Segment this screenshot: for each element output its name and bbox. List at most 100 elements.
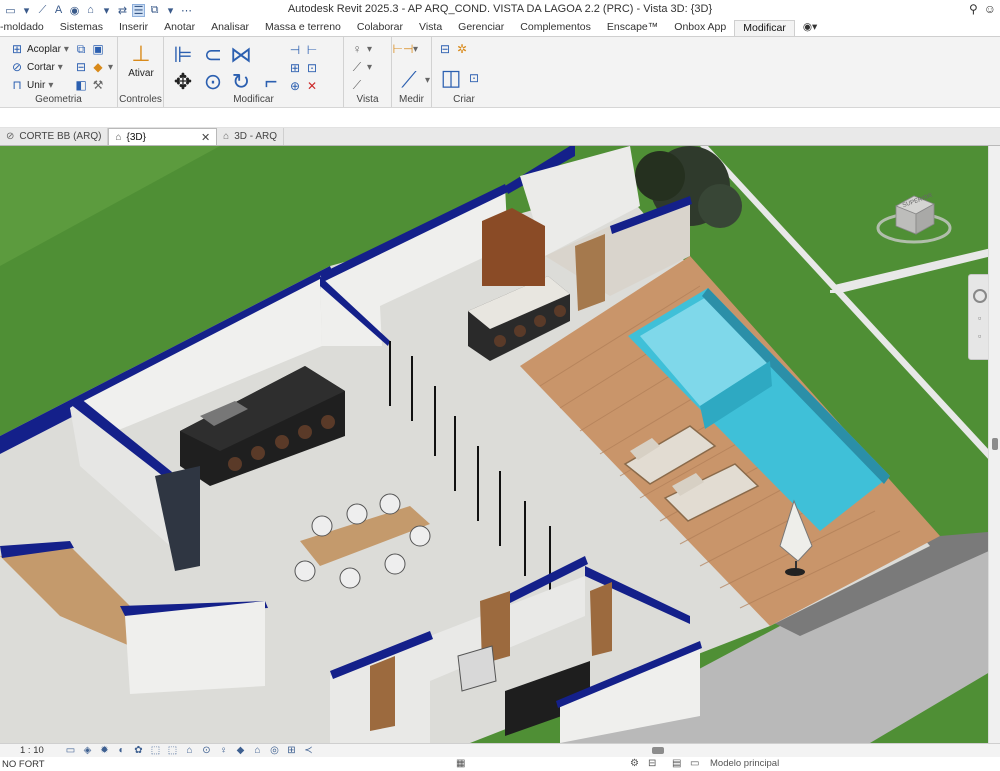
view-tab-corte-bb[interactable]: ⊘ CORTE BB (ARQ) <box>0 128 109 145</box>
tab-complementos[interactable]: Complementos <box>512 20 599 36</box>
close-tab-icon[interactable]: ✕ <box>201 131 210 144</box>
array-button[interactable]: ⊞ ⊡ <box>288 61 319 75</box>
cortar-button[interactable]: ⊘ Cortar ▾ <box>10 60 63 74</box>
view-tab-3d[interactable]: ⌂ {3D} ✕ <box>108 128 218 145</box>
text-icon[interactable]: ◉ <box>68 4 81 17</box>
section-view-icon: ⊘ <box>6 131 15 142</box>
binoculars-icon[interactable]: ⚲ <box>969 2 978 16</box>
tab-vista[interactable]: Vista <box>411 20 450 36</box>
create-group-button[interactable]: ◫ ⊡ <box>438 65 481 91</box>
3d-viewport[interactable]: SUPERIOR ▫ ▫ <box>0 146 1000 743</box>
model-scene[interactable] <box>0 146 1000 743</box>
vertical-scrollbar[interactable] <box>988 146 1000 743</box>
panel-label-controles: Controles <box>119 94 162 105</box>
panel-criar: ⊟ ✲ ◫ ⊡ Criar <box>432 37 496 107</box>
tab-anotar[interactable]: Anotar <box>156 20 203 36</box>
copy-button[interactable]: ⊙ <box>200 69 226 95</box>
view-scale[interactable]: 1 : 10 <box>0 745 62 756</box>
detail-level-icon[interactable]: ▭ <box>62 745 79 756</box>
tab-analisar[interactable]: Analisar <box>203 20 257 36</box>
pin-button[interactable]: ⊕ ✕ <box>288 79 319 93</box>
sun-path-icon[interactable]: ✹ <box>96 745 113 756</box>
measure-icon[interactable]: ⟋ <box>36 4 49 17</box>
thin-lines-icon[interactable]: ⇄ <box>116 4 129 17</box>
tab-modificar[interactable]: Modificar <box>734 20 795 36</box>
visual-style-icon[interactable]: ◈ <box>79 745 96 756</box>
active-model[interactable]: Modelo principal <box>710 758 779 769</box>
dropdown-icon[interactable]: ▾ <box>164 4 177 17</box>
user-icon[interactable]: ☺ <box>984 2 996 16</box>
tab-colaborar[interactable]: Colaborar <box>349 20 411 36</box>
create-assembly-button[interactable]: ⊟ ✲ <box>438 42 469 56</box>
context-menu-dropdown-icon[interactable]: ◉▾ <box>795 20 825 36</box>
hide-in-view-button[interactable]: ♀ ▾ <box>350 42 373 56</box>
offset-button[interactable]: ⊂ <box>200 42 226 68</box>
nav-dropdown-icon[interactable]: ▫ <box>978 331 981 341</box>
demolish-button[interactable]: ◧ ⚒ <box>74 78 105 92</box>
highlight-icon[interactable]: ⊞ <box>283 745 300 756</box>
filter-icon[interactable]: ⊟ <box>648 758 656 769</box>
dropdown-icon[interactable]: ▾ <box>100 4 113 17</box>
mirror-axis-button[interactable]: ⋈ <box>228 42 254 68</box>
customize-icon[interactable]: ⋯ <box>180 4 193 17</box>
align-button[interactable]: ⊫ <box>170 42 196 68</box>
reveal-hidden-icon[interactable]: ♀ <box>215 745 232 756</box>
tab-inserir[interactable]: Inserir <box>111 20 156 36</box>
vertical-scroll-thumb[interactable] <box>992 438 998 450</box>
measure-button[interactable]: ⊢⊣ ▾ <box>393 42 418 56</box>
close-hidden-icon[interactable]: ☰ <box>132 3 145 17</box>
offset-icon: ⊂ <box>203 42 223 67</box>
dimension-button[interactable]: ⟋ ▾ <box>396 67 430 93</box>
scale-icon: ⊡ <box>306 61 318 75</box>
panel-label-medir: Medir <box>398 94 424 105</box>
model-dropdown-icon[interactable]: ▭ <box>690 758 699 769</box>
analytical-icon[interactable]: ◎ <box>266 745 283 756</box>
editable-only-icon[interactable]: ▦ <box>456 758 465 769</box>
tab-massa-terreno[interactable]: Massa e terreno <box>257 20 349 36</box>
tab-gerenciar[interactable]: Gerenciar <box>450 20 512 36</box>
tab-pre-moldado[interactable]: -moldado <box>0 20 52 36</box>
acoplar-button[interactable]: ⊞ Acoplar ▾ <box>10 42 69 56</box>
view-tab-3d-arq[interactable]: ⌂ 3D - ARQ <box>217 128 285 145</box>
pin-icon: ⊕ <box>289 79 301 93</box>
align-icon: ⊫ <box>173 42 193 67</box>
split-icon: ⊣ <box>289 43 301 57</box>
copy-geometry-button[interactable]: ⧉ ▣ <box>74 42 105 56</box>
quick-access-toolbar: ▭ ▾ ⟋ A ◉ ⌂ ▾ ⇄ ☰ ⧉ ▾ ⋯ <box>0 0 193 20</box>
shadows-icon[interactable]: ◐ <box>113 745 130 756</box>
tab-enscape[interactable]: Enscape™ <box>599 20 666 36</box>
worksharing-icon[interactable]: ⌂ <box>249 745 266 756</box>
select-links-icon[interactable]: ⚙ <box>630 758 639 769</box>
linework-button[interactable]: ⟋ <box>350 78 364 92</box>
steering-wheel-icon[interactable] <box>973 289 987 303</box>
dropdown-icon[interactable]: ▾ <box>20 4 33 17</box>
temporary-view-icon[interactable]: ◆ <box>232 745 249 756</box>
move-button[interactable]: ✥ <box>170 69 196 95</box>
split-button[interactable]: ⊣ ⊢ <box>288 43 319 57</box>
unir-button[interactable]: ⊓ Unir ▾ <box>10 78 53 92</box>
show-crop-icon[interactable]: ⬚ <box>164 745 181 756</box>
dimension-icon: ⟋ <box>401 67 417 92</box>
design-options-icon[interactable]: ▤ <box>672 758 681 769</box>
folder-icon[interactable]: ▭ <box>4 4 17 17</box>
temporary-hide-icon[interactable]: ⊙ <box>198 745 215 756</box>
lock-view-icon[interactable]: ⌂ <box>181 745 198 756</box>
tab-sistemas[interactable]: Sistemas <box>52 20 111 36</box>
ativar-button[interactable]: ⊥ Ativar <box>128 41 154 80</box>
switch-windows-icon[interactable]: ⧉ <box>148 4 161 17</box>
zoom-icon[interactable]: ▫ <box>978 313 981 323</box>
reveal-constraints-icon[interactable]: ≺ <box>300 745 317 756</box>
tab-onbox-app[interactable]: Onbox App <box>666 20 734 36</box>
crop-view-icon[interactable]: ⬚ <box>147 745 164 756</box>
home-icon[interactable]: ⌂ <box>84 4 97 17</box>
tag-icon[interactable]: A <box>52 4 65 17</box>
rotate-button[interactable]: ↻ <box>228 69 254 95</box>
rendering-icon[interactable]: ✿ <box>130 745 147 756</box>
panel-modificar: ⊫ ⊂ ⋈ ✥ ⊙ ↻ ⌐ ⊣ ⊢ ⊞ ⊡ ⊕ ✕ Modificar <box>164 37 344 107</box>
viewcube[interactable]: SUPERIOR <box>874 182 954 262</box>
panel-medir: ⊢⊣ ▾ ⟋ ▾ Medir <box>392 37 432 107</box>
trim-button[interactable]: ⌐ <box>258 69 284 95</box>
wall-joins-button[interactable]: ⊟ ◆ ▾ <box>74 60 113 74</box>
override-graphics-button[interactable]: ⟋ ▾ <box>350 60 372 74</box>
horizontal-scroll-thumb[interactable] <box>652 747 664 754</box>
